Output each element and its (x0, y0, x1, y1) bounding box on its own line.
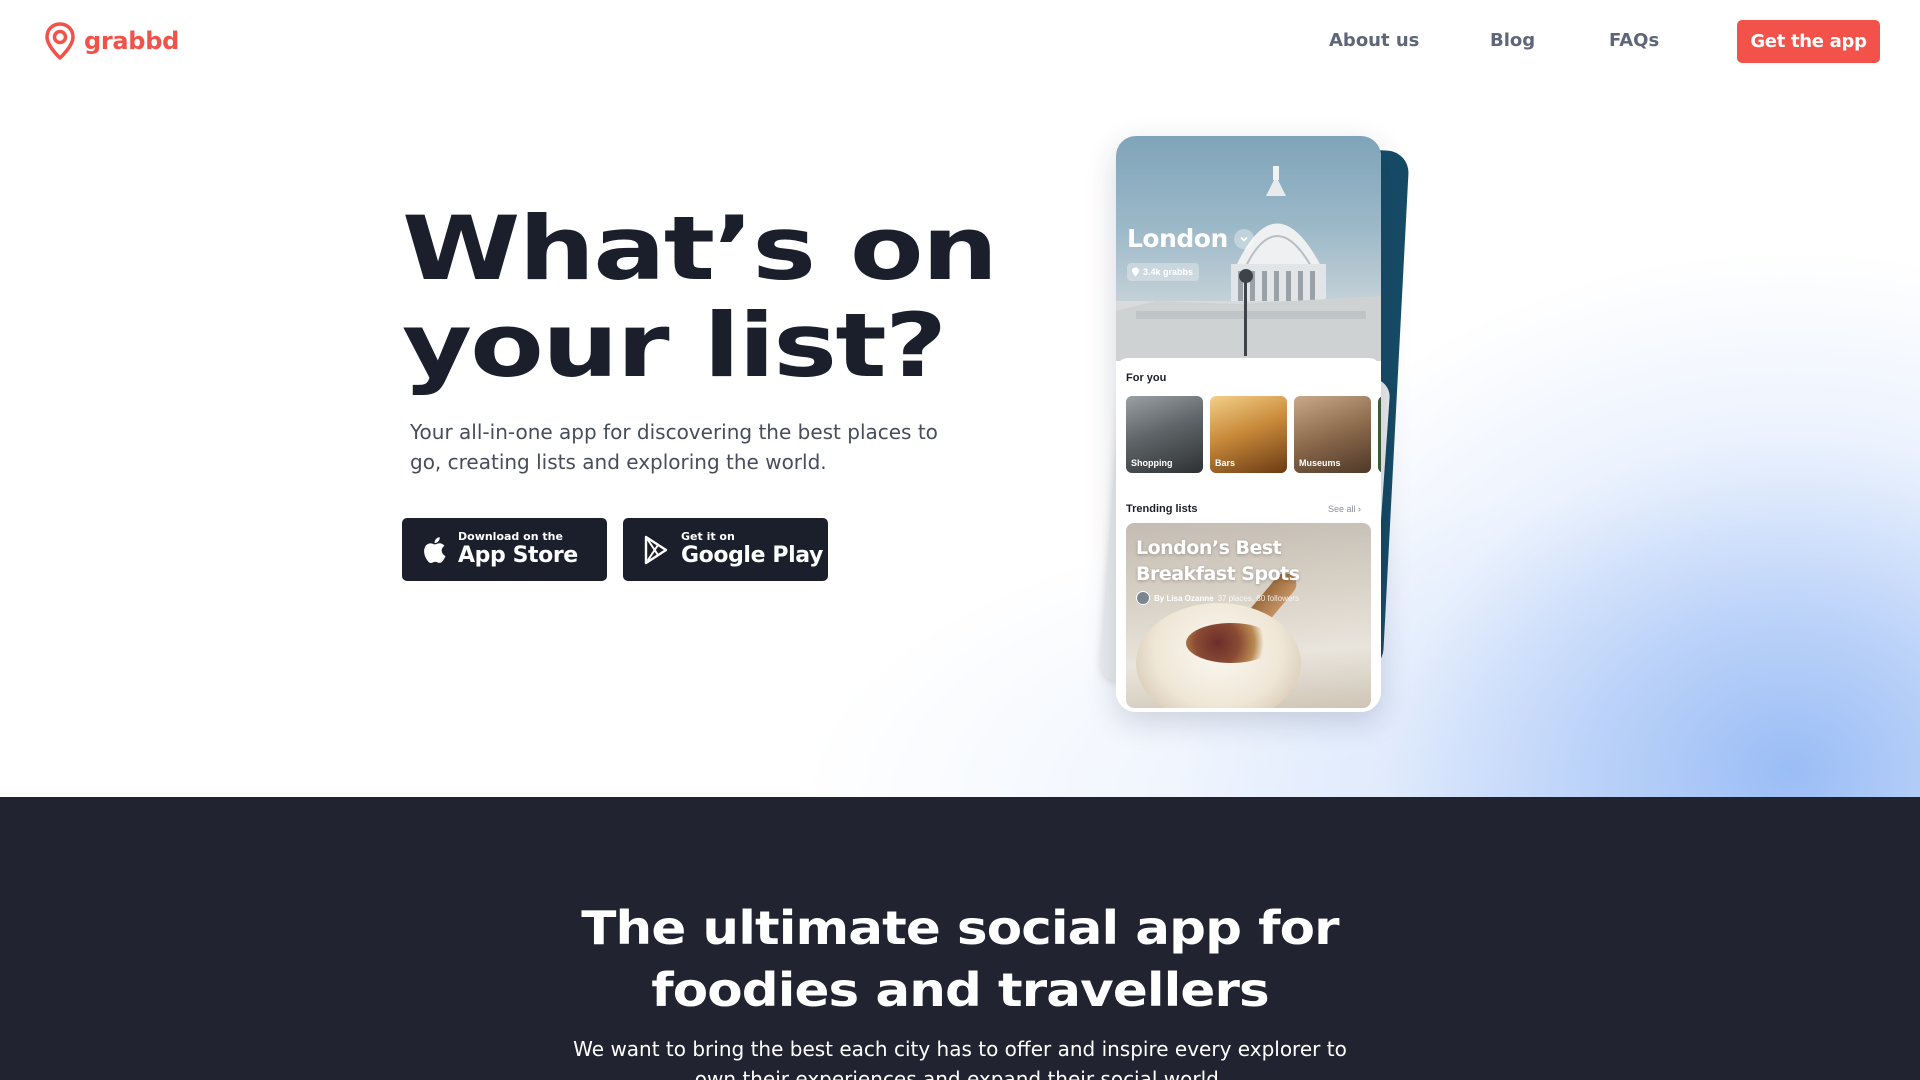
nav-about-us[interactable]: About us (1329, 30, 1419, 51)
phone-mockup: London 3.4k grabbs For you Shopping Bars… (1116, 136, 1381, 712)
trending-lists-title: Trending lists (1126, 503, 1198, 515)
hero-headline: What’s on your list? (402, 200, 1085, 394)
hero-subtext: Your all-in-one app for discovering the … (410, 420, 938, 474)
get-the-app-button[interactable]: Get the app (1737, 20, 1880, 63)
section-title-line-2: foodies and travellers (651, 963, 1269, 1017)
category-label: Museums (1299, 458, 1341, 468)
see-all-label: See all (1328, 504, 1356, 514)
category-tile-partial[interactable] (1378, 396, 1381, 473)
apple-icon (424, 536, 446, 563)
category-tile-museums[interactable]: Museums (1294, 396, 1371, 473)
nav-faqs[interactable]: FAQs (1609, 30, 1659, 51)
section-text: We want to bring the best each city has … (573, 1037, 1347, 1080)
city-header-image: London 3.4k grabbs (1116, 136, 1381, 361)
chevron-down-icon[interactable] (1233, 228, 1254, 249)
app-store-button[interactable]: Download on the App Store (402, 518, 607, 581)
play-icon (644, 535, 668, 564)
see-all-link[interactable]: See all › (1328, 504, 1361, 514)
logo[interactable]: grabbd (44, 22, 179, 60)
category-tile-shopping[interactable]: Shopping (1126, 396, 1203, 473)
chevron-right-icon: › (1358, 504, 1362, 514)
list-meta: By Lisa Ozanne 37 places, 60 followers (1136, 591, 1299, 605)
google-play-small-label: Get it on (681, 530, 735, 543)
category-tile-bars[interactable]: Bars (1210, 396, 1287, 473)
nav-blog[interactable]: Blog (1490, 30, 1535, 51)
brand-name: grabbd (84, 27, 179, 55)
list-stats: 37 places, 60 followers (1217, 593, 1299, 603)
grabbs-badge: 3.4k grabbs (1127, 263, 1200, 281)
city-selector[interactable]: London (1127, 224, 1254, 253)
location-pin-icon (45, 22, 75, 60)
category-label: Shopping (1131, 458, 1173, 468)
trending-list-card[interactable]: London’s Best Breakfast Spots By Lisa Oz… (1126, 523, 1371, 708)
food-illustration (1186, 623, 1276, 663)
social-app-section: The ultimate social app for foodies and … (0, 797, 1920, 1080)
google-play-label: Google Play (681, 543, 823, 568)
pin-small-icon (1132, 267, 1139, 277)
phone-content-sheet: For you Shopping Bars Museums Trending l… (1116, 358, 1381, 712)
app-store-label: App Store (458, 543, 578, 568)
google-play-button[interactable]: Get it on Google Play (623, 518, 828, 581)
hero-section: grabbd About us Blog FAQs Get the app Wh… (0, 0, 1920, 797)
avatar (1136, 591, 1150, 605)
section-title: The ultimate social app for foodies and … (0, 897, 1920, 1021)
grabbs-count: 3.4k grabbs (1143, 267, 1194, 277)
section-title-line-1: The ultimate social app for (581, 901, 1339, 955)
app-store-small-label: Download on the (458, 530, 563, 543)
headline-line-1: What’s on (402, 197, 998, 300)
headline-line-2: your list? (402, 294, 947, 397)
for-you-title: For you (1126, 372, 1167, 384)
category-label: Bars (1215, 458, 1236, 468)
list-title: London’s Best Breakfast Spots (1136, 537, 1300, 585)
city-name: London (1127, 224, 1228, 253)
list-author: By Lisa Ozanne (1154, 593, 1214, 603)
